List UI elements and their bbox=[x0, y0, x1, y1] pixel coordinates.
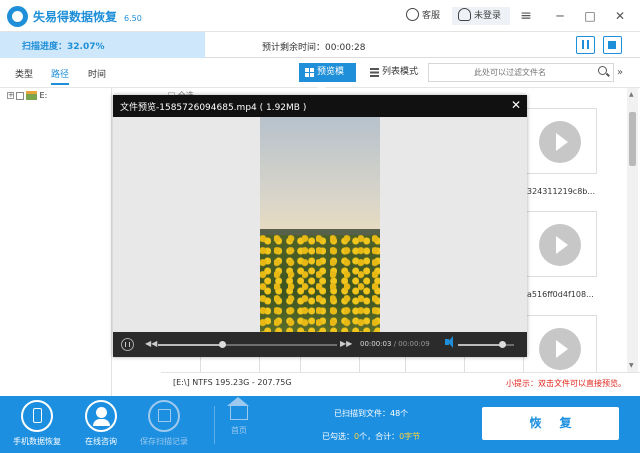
search-icon[interactable] bbox=[598, 66, 607, 75]
seek-knob[interactable] bbox=[219, 341, 227, 348]
login-button[interactable]: 未登录 bbox=[452, 7, 510, 25]
grid-icon bbox=[305, 68, 314, 77]
video-play-icon bbox=[539, 121, 581, 163]
status-line: [E:\] NTFS 195.23G - 207.75G 小提示：双击文件可以直… bbox=[161, 372, 640, 396]
picked-prefix: 已勾选： bbox=[322, 432, 354, 441]
rewind-icon[interactable]: ◀◀ bbox=[145, 339, 157, 348]
home-icon bbox=[227, 397, 249, 420]
close-icon[interactable]: ✕ bbox=[511, 98, 521, 112]
volume-knob[interactable] bbox=[498, 341, 506, 348]
duration: / 00:00:09 bbox=[393, 340, 430, 348]
recover-button[interactable]: 恢复 bbox=[482, 407, 619, 440]
close-button[interactable]: ✕ bbox=[613, 9, 627, 23]
preview-tip: 小提示：双击文件可以直接预览。 bbox=[506, 379, 626, 388]
modal-header: 文件预览-1585726094685.mp4 ( 1.92MB ) ✕ bbox=[113, 95, 527, 117]
scrollbar-thumb[interactable] bbox=[629, 112, 636, 166]
preview-mode-button[interactable]: 预览模式 bbox=[299, 63, 356, 96]
file-card-name: 324311219c8b... bbox=[527, 187, 596, 196]
video-sunflower-field bbox=[260, 235, 380, 332]
expand-icon[interactable]: + bbox=[7, 92, 14, 99]
maximize-button[interactable]: □ bbox=[583, 9, 597, 23]
app-version: 6.50 bbox=[124, 14, 142, 23]
phone-recover-button[interactable]: 手机数据恢复 bbox=[6, 400, 68, 447]
title-bar: 失易得数据恢复 6.50 客服 未登录 ≡ ─ □ ✕ bbox=[0, 0, 640, 32]
tree-node-e-drive[interactable]: + E: bbox=[7, 90, 47, 102]
scroll-down-icon[interactable]: ▼ bbox=[629, 362, 634, 369]
pause-icon[interactable] bbox=[121, 338, 134, 351]
app-title: 失易得数据恢复 bbox=[33, 10, 118, 24]
online-consult-label: 在线咨询 bbox=[85, 437, 117, 446]
login-label: 未登录 bbox=[474, 11, 502, 21]
seek-bar[interactable] bbox=[158, 344, 337, 346]
video-play-icon bbox=[539, 328, 581, 370]
playback-time: 00:00:03 / 00:00:09 bbox=[360, 340, 430, 348]
view-toolbar: 类型 路径 时间 预览模式 列表模式 » bbox=[0, 58, 640, 96]
customer-service-label: 客服 bbox=[422, 11, 441, 21]
stop-icon bbox=[608, 41, 616, 49]
phone-recover-label: 手机数据恢复 bbox=[13, 437, 61, 446]
scan-progress-label: 扫描进度：32.07% bbox=[22, 42, 105, 52]
tree-checkbox[interactable] bbox=[16, 91, 24, 100]
directory-tree: + E: bbox=[0, 88, 112, 396]
online-consult-button[interactable]: 在线咨询 bbox=[70, 400, 132, 447]
disk-info: [E:\] NTFS 195.23G - 207.75G bbox=[173, 378, 292, 387]
tab-type[interactable]: 类型 bbox=[15, 67, 33, 80]
scan-progress-row: 扫描进度：32.07% 预计剩余时间：00:00:28 bbox=[0, 32, 640, 58]
phone-icon bbox=[21, 400, 53, 432]
picked-size: 0字节 bbox=[399, 432, 421, 441]
tree-node-label: E: bbox=[39, 91, 48, 100]
bottom-bar: 手机数据恢复 在线咨询 保存扫描记录 首页 已扫描到文件：48个 已勾选：0个，… bbox=[0, 396, 640, 453]
fast-forward-icon[interactable]: ▶▶ bbox=[340, 339, 352, 348]
list-icon bbox=[370, 68, 379, 77]
player-controls: ◀◀ ▶▶ 00:00:03 / 00:00:09 bbox=[113, 332, 527, 357]
stop-scan-button[interactable] bbox=[603, 36, 622, 54]
filename-filter-input[interactable] bbox=[428, 63, 614, 82]
remaining-time-label: 预计剩余时间：00:00:28 bbox=[262, 43, 366, 53]
file-preview-modal: 文件预览-1585726094685.mp4 ( 1.92MB ) ✕ ◀◀ ▶… bbox=[113, 95, 527, 357]
pause-scan-button[interactable] bbox=[576, 36, 595, 54]
picked-mid: 个，合计： bbox=[359, 432, 400, 441]
home-label: 首页 bbox=[231, 426, 247, 435]
export-icon bbox=[148, 400, 180, 432]
modal-title: 文件预览-1585726094685.mp4 ( 1.92MB ) bbox=[120, 103, 307, 113]
customer-service-button[interactable]: 客服 bbox=[406, 7, 440, 25]
save-record-label: 保存扫描记录 bbox=[140, 437, 188, 446]
volume-icon[interactable] bbox=[445, 336, 453, 348]
save-record-button[interactable]: 保存扫描记录 bbox=[133, 400, 195, 447]
volume-level bbox=[458, 344, 502, 346]
video-frame[interactable] bbox=[260, 117, 380, 332]
collapse-icon[interactable]: » bbox=[617, 67, 623, 78]
file-card[interactable] bbox=[523, 211, 597, 277]
drive-icon bbox=[26, 91, 37, 100]
minimize-button[interactable]: ─ bbox=[553, 9, 567, 23]
picked-summary: 已勾选：0个，合计：0字节 bbox=[322, 431, 420, 442]
home-button[interactable]: 首页 bbox=[220, 397, 258, 436]
list-mode-label: 列表模式 bbox=[382, 67, 419, 77]
tab-time[interactable]: 时间 bbox=[88, 67, 106, 80]
tab-path[interactable]: 路径 bbox=[51, 67, 70, 85]
bottom-divider bbox=[214, 406, 215, 444]
pause-icon bbox=[582, 40, 589, 49]
scroll-up-icon[interactable]: ▲ bbox=[629, 91, 634, 98]
user-icon bbox=[458, 8, 471, 21]
scanned-count: 已扫描到文件：48个 bbox=[334, 409, 409, 418]
chat-icon bbox=[406, 8, 419, 21]
video-sky bbox=[260, 117, 380, 235]
video-play-icon bbox=[539, 224, 581, 266]
person-icon bbox=[85, 400, 117, 432]
file-card-name: a516ff0d4f108... bbox=[527, 290, 594, 299]
app-logo-icon bbox=[7, 6, 28, 27]
hamburger-icon[interactable]: ≡ bbox=[519, 9, 533, 23]
list-mode-button[interactable]: 列表模式 bbox=[364, 63, 424, 82]
seek-progress bbox=[158, 344, 223, 346]
file-card[interactable] bbox=[523, 108, 597, 174]
current-time: 00:00:03 bbox=[360, 340, 392, 348]
